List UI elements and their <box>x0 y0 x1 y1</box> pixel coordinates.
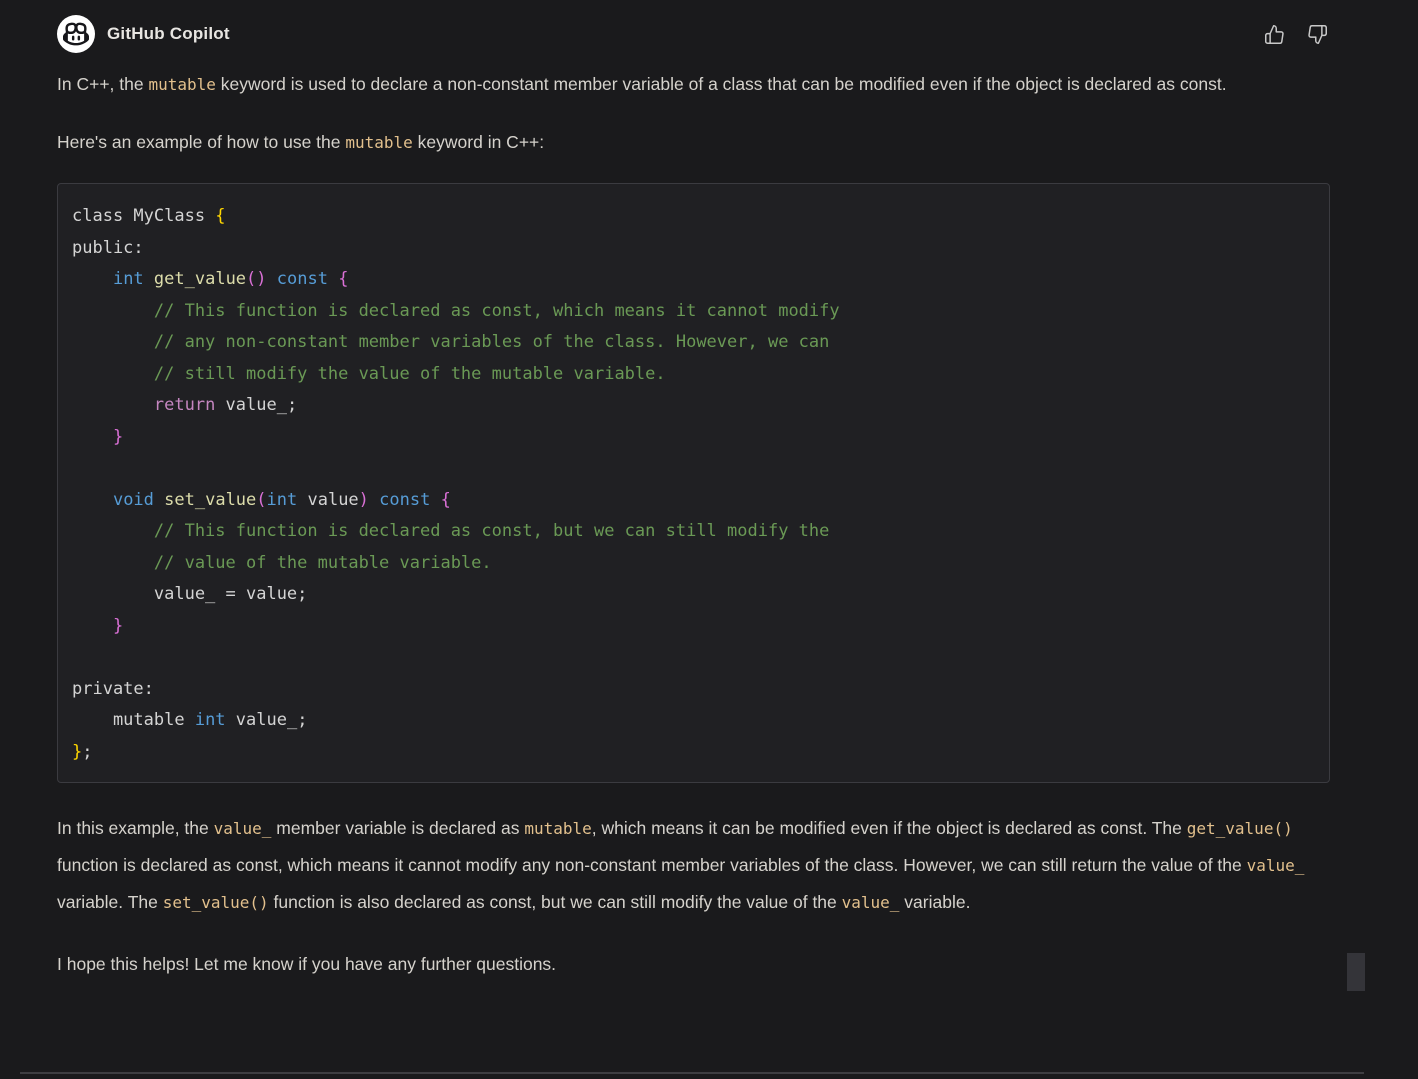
code-line: }; <box>72 737 1313 769</box>
code-line: // still modify the value of the mutable… <box>72 359 1313 391</box>
inline-code: get_value() <box>1187 819 1293 838</box>
inline-code: mutable <box>345 133 412 152</box>
code-line: // This function is declared as const, w… <box>72 296 1313 328</box>
thumbs-down-icon <box>1307 33 1328 48</box>
code-line: private: <box>72 674 1313 706</box>
code-line: void set_value(int value) const { <box>72 485 1313 517</box>
copilot-icon <box>63 21 89 47</box>
thumbs-down-button[interactable] <box>1305 22 1330 47</box>
inline-code: value_ <box>1247 856 1305 875</box>
paragraph-closing: I hope this helps! Let me know if you ha… <box>57 946 1330 983</box>
code-line <box>72 453 1313 485</box>
code-line: int get_value() const { <box>72 264 1313 296</box>
code-line: // value of the mutable variable. <box>72 548 1313 580</box>
code-line: public: <box>72 233 1313 265</box>
paragraph-example-lead: Here's an example of how to use the muta… <box>57 124 1330 161</box>
thumbs-up-button[interactable] <box>1262 22 1287 47</box>
code-line: } <box>72 611 1313 643</box>
input-area-divider <box>20 1072 1364 1074</box>
message-header: GitHub Copilot <box>57 14 1330 54</box>
code-line: // any non-constant member variables of … <box>72 327 1313 359</box>
code-line: class MyClass { <box>72 201 1313 233</box>
code-line: value_ = value; <box>72 579 1313 611</box>
paragraph-explanation: In this example, the value_ member varia… <box>57 810 1330 921</box>
paragraph-intro: In C++, the mutable keyword is used to d… <box>57 66 1330 103</box>
feedback-actions <box>1262 22 1330 47</box>
scrollbar-thumb[interactable] <box>1347 953 1365 991</box>
code-line: return value_; <box>72 390 1313 422</box>
inline-code: value_ <box>214 819 272 838</box>
copilot-chat-message: GitHub Copilot In C++, the mutable keywo… <box>0 0 1418 1079</box>
inline-code: mutable <box>524 819 591 838</box>
avatar <box>57 15 95 53</box>
inline-code: set_value() <box>163 893 269 912</box>
inline-code: value_ <box>842 893 900 912</box>
code-line: // This function is declared as const, b… <box>72 516 1313 548</box>
code-line <box>72 642 1313 674</box>
code-block: class MyClass {public: int get_value() c… <box>57 183 1330 783</box>
code-line: mutable int value_; <box>72 705 1313 737</box>
inline-code: mutable <box>148 75 215 94</box>
code-line: } <box>72 422 1313 454</box>
author-name: GitHub Copilot <box>107 24 230 44</box>
thumbs-up-icon <box>1264 33 1285 48</box>
